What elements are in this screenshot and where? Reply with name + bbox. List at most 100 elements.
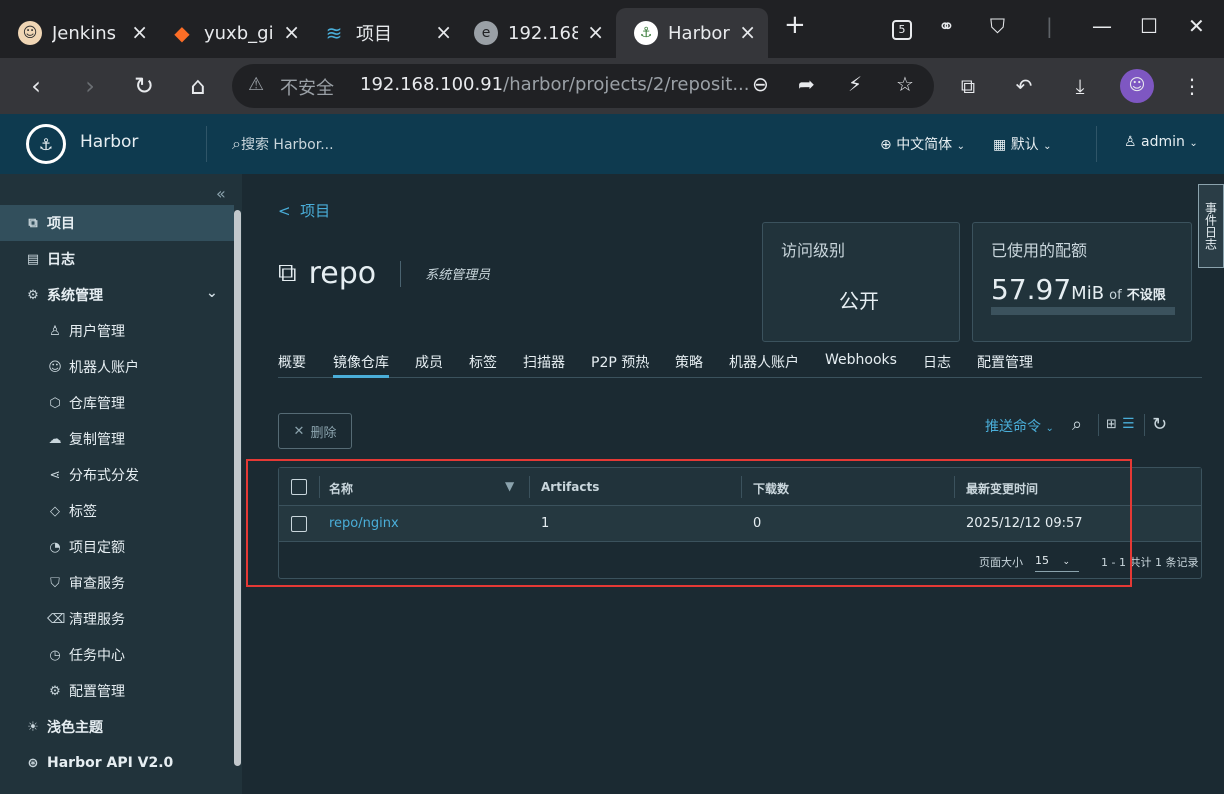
quota-progress-bar [991,307,1175,315]
sidebar-item[interactable]: ◷ 任务中心 [0,637,234,673]
list-view-icon[interactable]: ☰ [1122,416,1135,432]
back-to-projects-link[interactable]: < 项目 [278,200,330,221]
user-menu[interactable]: ♙ admin ⌄ [1124,134,1198,150]
sidebar-item[interactable]: ♙ 用户管理 [0,313,234,349]
sidebar-scrollbar[interactable] [234,210,241,766]
event-log-panel-toggle[interactable]: 事件日志 [1198,184,1224,268]
tab-1[interactable]: 镜像仓库 [333,352,389,378]
tab-4[interactable]: 扫描器 [523,352,565,378]
incognito-icon[interactable]: ⚭ [938,14,955,38]
url-host: 192.168.100.91 [360,74,504,95]
api-icon: ⊛ [27,755,39,771]
sidebar-item-label: 任务中心 [69,648,125,664]
sidebar-item[interactable]: ⊛ Harbor API V2.0 [0,745,234,781]
language-selector[interactable]: ⊕ 中文简体 ⌄ [880,134,965,154]
browser-tab-ip[interactable]: e 192.168 × [456,8,616,58]
browser-tab-gitlab[interactable]: ◆ yuxb_gi × [152,8,312,58]
forward-icon[interactable]: › [74,70,106,102]
sidebar-item-label: 项目定额 [69,540,125,556]
sidebar-item[interactable]: ▤ 日志 [0,241,234,277]
access-level-title: 访问级别 [781,241,846,260]
close-icon[interactable]: × [131,20,148,44]
close-icon[interactable]: × [283,20,300,44]
chevron-down-icon[interactable]: ⌄ [206,285,218,301]
tab-label: 192.168 [508,22,578,44]
access-level-value: 公开 [839,289,879,313]
sidebar-item[interactable]: ⋖ 分布式分发 [0,457,234,493]
harbor-header: ⚓ Harbor ⌕搜索 Harbor... ⊕ 中文简体 ⌄ ▦ 默认 ⌄ ♙… [0,114,1224,174]
tab-2[interactable]: 成员 [415,352,443,378]
card-view-icon[interactable]: ⊞ [1106,417,1117,432]
sidebar-item[interactable]: ⧉ 项目 [0,205,234,241]
jenkins-icon: ☺ [18,21,42,45]
workspace-icon[interactable]: 5 [892,20,912,40]
sidebar-item-label: 仓库管理 [69,396,125,412]
tab-6[interactable]: 策略 [675,352,703,378]
bookmark-star-icon[interactable]: ☆ [896,72,914,96]
browser-tab-jenkins[interactable]: ☺ Jenkins × [0,8,160,58]
push-command-button[interactable]: 推送命令 ⌄ [985,416,1054,436]
project-icon: ⧉ [278,258,297,288]
url-text[interactable]: 192.168.100.91/harbor/projects/2/reposit… [360,74,750,95]
reload-icon[interactable]: ↻ [128,70,160,102]
close-icon[interactable]: × [739,20,756,44]
sidebar-item[interactable]: ⚙ 配置管理 [0,673,234,709]
global-search[interactable]: ⌕搜索 Harbor... [232,134,334,154]
tab-0[interactable]: 概要 [278,352,306,378]
profile-avatar[interactable]: ☺ [1120,69,1154,103]
trash-icon: ⌫ [47,611,66,627]
browser-tab-project[interactable]: ≋ 项目 × [304,8,464,58]
user-name: admin [1141,134,1185,150]
sidebar-item[interactable]: ☁ 复制管理 [0,421,234,457]
sidebar-item[interactable]: ◇ 标签 [0,493,234,529]
push-command-label: 推送命令 [985,419,1041,435]
home-icon[interactable]: ⌂ [182,70,214,102]
tab-5[interactable]: P2P 预热 [591,352,649,378]
search-icon[interactable]: ⌕ [1072,414,1082,435]
extensions-icon[interactable]: ⧉ [952,70,984,102]
brand-name[interactable]: Harbor [80,132,138,152]
sidebar-item[interactable]: ⚙ 系统管理 ⌄ [0,277,234,313]
sidebar-item[interactable]: ⛉ 审查服务 [0,565,234,601]
header-divider [1096,126,1097,162]
tab-10[interactable]: 配置管理 [977,352,1033,378]
sidebar-item[interactable]: ⬡ 仓库管理 [0,385,234,421]
tab-3[interactable]: 标签 [469,352,497,378]
harbor-logo-icon[interactable]: ⚓ [26,124,66,164]
project-icon: ⧉ [28,215,38,231]
close-icon[interactable]: × [587,20,604,44]
bolt-icon[interactable]: ⚡ [848,72,862,96]
delete-button[interactable]: ✕ 删除 [278,413,352,449]
menu-icon[interactable]: ⋮ [1176,70,1208,102]
refresh-icon[interactable]: ↻ [1152,414,1167,435]
close-icon[interactable]: × [435,20,452,44]
sidebar-item-label: 标签 [69,504,97,520]
collapse-sidebar-icon[interactable]: « [216,184,226,203]
sidebar-item[interactable]: ◔ 项目定额 [0,529,234,565]
new-tab-button[interactable]: + [784,10,806,40]
address-bar[interactable]: ⚠ 不安全 192.168.100.91/harbor/projects/2/r… [232,64,934,108]
sidebar-item-label: 配置管理 [69,684,125,700]
share-icon[interactable]: ➦ [798,72,815,96]
tab-8[interactable]: Webhooks [825,352,897,378]
tab-label: 项目 [356,24,392,45]
close-window-icon[interactable]: ✕ [1188,14,1205,38]
date-format-selector[interactable]: ▦ 默认 ⌄ [993,134,1052,154]
browser-tab-harbor[interactable]: ⚓ Harbor × [616,8,768,58]
shield-icon: ⛉ [50,575,60,591]
sidebar-item[interactable]: ☀ 浅色主题 [0,709,234,745]
minimize-icon[interactable]: — [1092,14,1112,38]
header-divider [206,126,207,162]
maximize-icon[interactable]: ☐ [1140,14,1158,38]
tab-7[interactable]: 机器人账户 [729,352,799,378]
undo-menu-icon[interactable]: ↶ [1008,70,1040,102]
download-icon[interactable]: ⤓ [1064,70,1096,102]
tab-9[interactable]: 日志 [923,352,951,378]
zoom-icon[interactable]: ⊖ [752,72,769,96]
sidebar-item[interactable]: ⌫ 清理服务 [0,601,234,637]
sidebar-item[interactable]: ☺ 机器人账户 [0,349,234,385]
browser-toolbar: ‹ › ↻ ⌂ ⚠ 不安全 192.168.100.91/harbor/proj… [0,58,1224,114]
extensions-shirt-icon[interactable]: ⛉ [990,14,1005,38]
quota-title: 已使用的配额 [991,241,1088,260]
back-icon[interactable]: ‹ [20,70,52,102]
